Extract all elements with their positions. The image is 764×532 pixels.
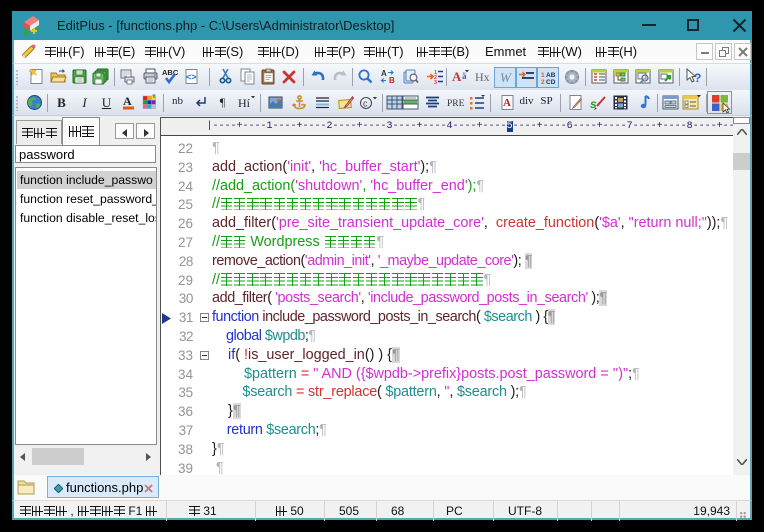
svg-text:W: W <box>500 70 512 85</box>
svg-text:2: 2 <box>541 79 545 86</box>
svg-text:AB: AB <box>546 72 556 79</box>
svg-text:B: B <box>389 76 395 85</box>
svg-text:c: c <box>363 99 368 109</box>
svg-text:<>: <> <box>186 72 197 82</box>
svg-text:CD: CD <box>546 79 556 86</box>
svg-text:Hx: Hx <box>475 70 490 84</box>
svg-text:PRE: PRE <box>447 99 465 109</box>
svg-text:A: A <box>503 97 511 109</box>
svg-text:A: A <box>381 69 387 78</box>
svg-text:ä: ä <box>462 71 467 81</box>
svg-text:A: A <box>123 94 132 108</box>
svg-text:?: ? <box>694 71 701 85</box>
svg-text:Hí: Hí <box>238 96 251 110</box>
svg-text:ABC: ABC <box>162 68 179 77</box>
svg-text:3: 3 <box>434 80 437 85</box>
svg-text:1: 1 <box>541 72 545 79</box>
svg-text:A: A <box>452 69 462 84</box>
